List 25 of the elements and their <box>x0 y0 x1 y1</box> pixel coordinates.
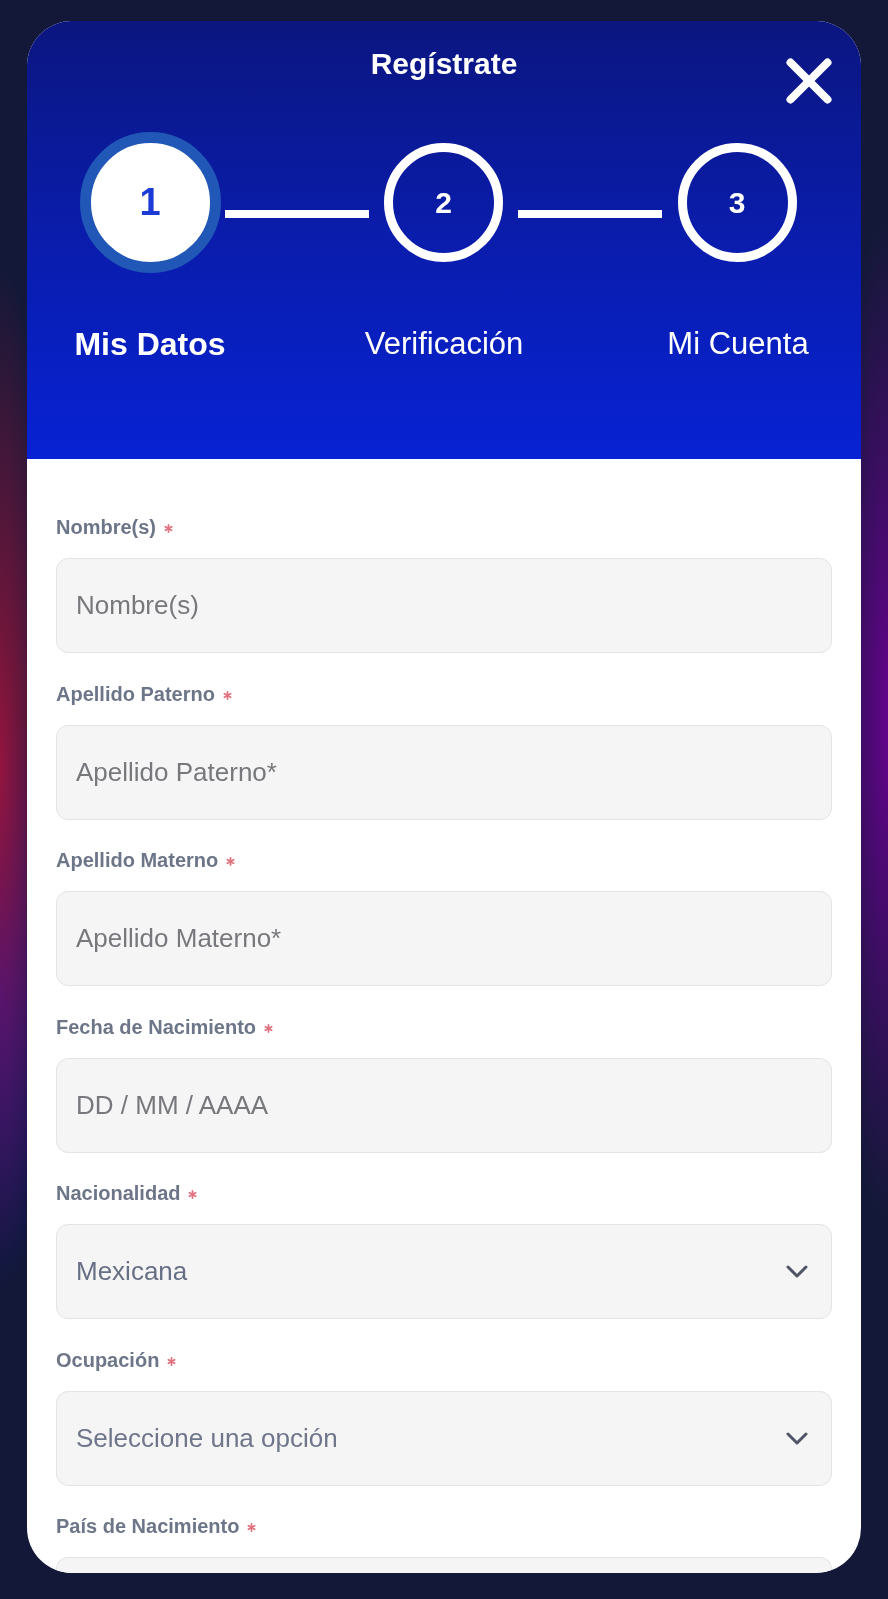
dialog-title: Regístrate <box>370 46 518 82</box>
field-label: Apellido Materno <box>56 848 219 872</box>
field-label: Apellido Paterno <box>56 681 215 706</box>
step-label: Mis Datos <box>74 325 226 363</box>
step-label: Mi Cuenta <box>667 325 809 363</box>
text-field[interactable]: Nombre(s) <box>56 558 832 653</box>
chevron-down-icon <box>786 1431 808 1445</box>
step-label: Verificación <box>364 325 524 363</box>
field-label: Nombre(s) <box>56 515 156 539</box>
text-field[interactable] <box>56 1557 832 1573</box>
text-field[interactable]: DD / MM / AAAA <box>56 1057 832 1153</box>
step-circle: 2 <box>384 143 503 262</box>
dropdown-field[interactable]: Seleccione una opción <box>56 1390 832 1486</box>
dropdown-field[interactable]: Mexicana <box>56 1224 832 1319</box>
close-icon <box>786 58 832 104</box>
close-button[interactable] <box>786 58 832 104</box>
chevron-down-icon <box>786 1265 808 1278</box>
field-label: Nacionalidad <box>56 1181 181 1205</box>
field-label: Ocupación <box>56 1347 160 1372</box>
field-label: Fecha de Nacimiento <box>56 1014 257 1039</box>
text-field[interactable]: Apellido Materno* <box>56 891 832 986</box>
field-label: País de Nacimiento <box>56 1514 240 1538</box>
text-field[interactable]: Apellido Paterno* <box>56 724 832 820</box>
step-circle: 1 <box>79 132 221 273</box>
step-circle: 3 <box>677 143 797 262</box>
